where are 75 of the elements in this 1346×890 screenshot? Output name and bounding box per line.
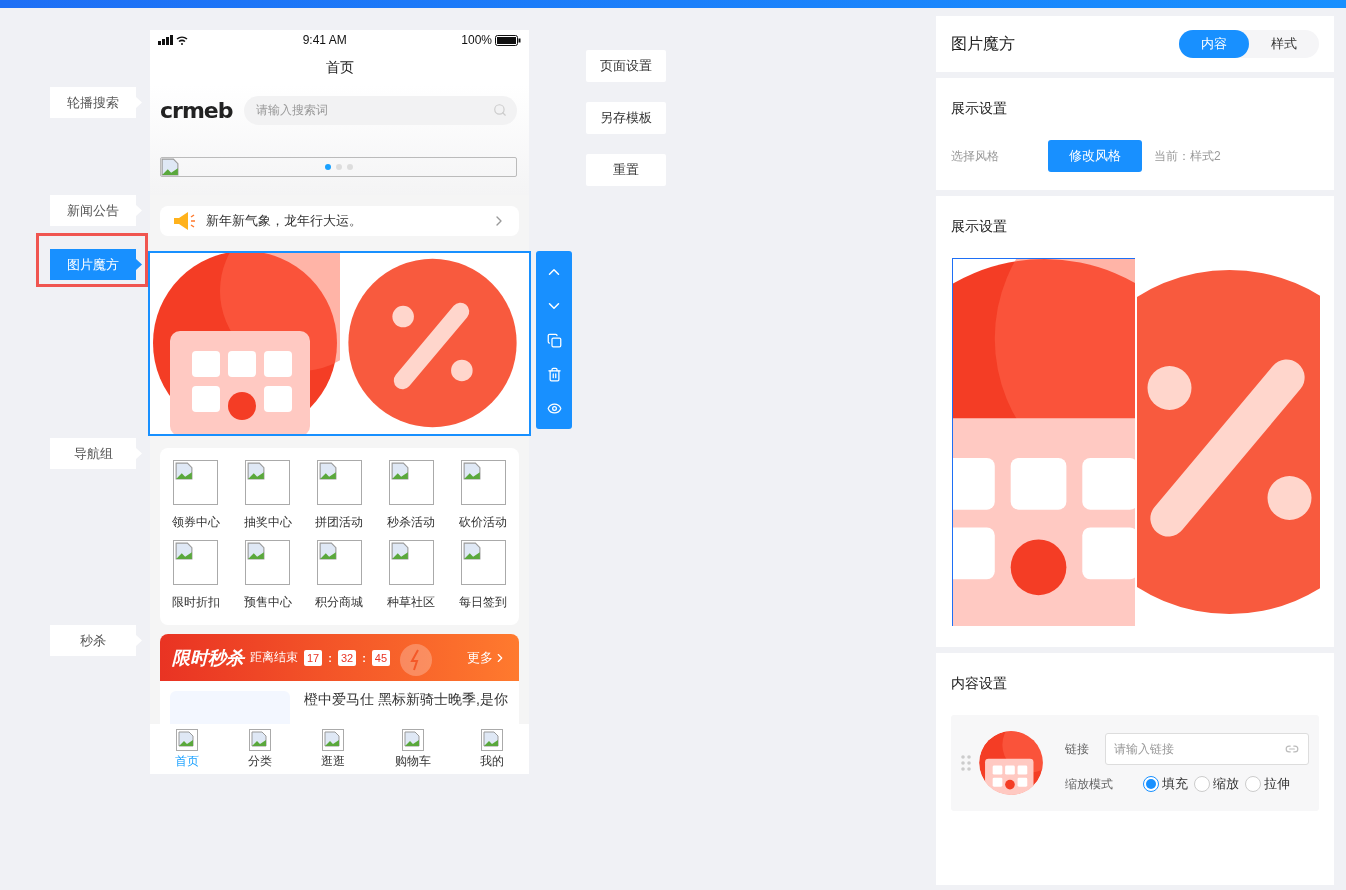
field-label: 链接 <box>1065 740 1090 758</box>
status-time: 9:41 AM <box>302 33 347 47</box>
nav-label[interactable]: 砍价活动 <box>459 514 508 531</box>
search-icon <box>493 103 507 117</box>
search-field[interactable]: 请输入搜索词 <box>244 95 517 125</box>
radio-option[interactable]: 拉伸 <box>1245 775 1290 793</box>
notice-text: 新年新气象，龙年行大运。 <box>206 212 362 230</box>
nav-label[interactable]: 预售中心 <box>243 594 292 611</box>
notice-bar[interactable]: 新年新气象，龙年行大运。 <box>160 206 519 236</box>
carousel-dot[interactable] <box>335 164 342 170</box>
section-heading: 展示设置 <box>951 218 1007 234</box>
component-label[interactable]: 导航组 <box>50 438 142 469</box>
nav-label[interactable]: 每日签到 <box>459 594 508 611</box>
broken-image-icon <box>390 542 409 560</box>
countdown-separator: : <box>328 651 332 664</box>
broken-image-icon <box>247 462 266 480</box>
nav-label[interactable]: 领券中心 <box>171 514 220 531</box>
radio-option[interactable]: 缩放 <box>1194 775 1239 793</box>
component-label[interactable]: 秒杀 <box>50 625 142 656</box>
page-title: 首页 <box>325 58 354 77</box>
broken-image-icon <box>462 542 481 560</box>
nav-label[interactable]: 抽奖中心 <box>243 514 292 531</box>
action-button[interactable]: 页面设置 <box>586 50 666 82</box>
drag-handle-icon <box>961 755 971 771</box>
signal-icon <box>158 35 188 45</box>
broken-image-icon <box>483 730 500 747</box>
copy-icon <box>546 332 562 348</box>
broken-image-icon <box>247 542 266 560</box>
broken-image-icon <box>390 462 409 480</box>
link-icon <box>1285 742 1299 756</box>
nav-label[interactable]: 积分商城 <box>315 594 364 611</box>
countdown-label: 距离结束 <box>250 649 298 666</box>
carousel-dot[interactable] <box>346 164 353 170</box>
megaphone-icon <box>172 211 196 231</box>
countdown-digits: 45 <box>371 649 391 666</box>
carousel-dot[interactable] <box>324 164 331 170</box>
broken-image-icon <box>175 462 194 480</box>
broken-image-icon <box>175 542 194 560</box>
nav-label[interactable]: 种草社区 <box>387 594 436 611</box>
broken-image-icon <box>177 730 194 747</box>
logo: crmeb <box>160 97 233 123</box>
broken-image-icon <box>462 462 481 480</box>
radio-option[interactable]: 填充 <box>1143 775 1188 793</box>
broken-image-icon <box>403 730 420 747</box>
tab-item[interactable]: 购物车 <box>394 728 431 770</box>
nav-label[interactable]: 秒杀活动 <box>387 514 436 531</box>
broken-image-icon <box>251 730 268 747</box>
battery-icon <box>495 34 521 46</box>
panel-title: 图片魔方 <box>951 33 1015 54</box>
image-cube[interactable] <box>148 251 531 436</box>
nav-label[interactable]: 拼团活动 <box>315 514 364 531</box>
countdown-separator: : <box>362 651 366 664</box>
panel-tab[interactable]: 样式 <box>1249 30 1319 58</box>
field-label: 缩放模式 <box>1065 775 1114 793</box>
countdown-digits: 17 <box>304 649 323 666</box>
product-title[interactable]: 橙中爱马仕 黑标新骑士晚季,是你 <box>304 691 508 724</box>
battery-text: 100% <box>461 33 492 47</box>
link-field[interactable]: 请输入链接 <box>1105 733 1309 765</box>
field-label: 选择风格 <box>951 147 999 165</box>
seckill-title: 限时秒杀 <box>172 646 244 670</box>
component-label[interactable]: 新闻公告 <box>50 195 142 226</box>
trash-icon <box>546 366 562 382</box>
action-button[interactable]: 重置 <box>586 154 666 186</box>
broken-image-icon <box>319 542 337 560</box>
broken-image-icon <box>319 462 337 480</box>
component-label[interactable]: 轮播搜索 <box>50 87 142 118</box>
section-heading: 内容设置 <box>951 675 1007 691</box>
countdown-digits: 32 <box>337 649 357 666</box>
broken-image-icon <box>161 158 179 176</box>
section-heading: 展示设置 <box>951 100 1007 116</box>
action-button[interactable]: 另存模板 <box>586 102 666 134</box>
nav-label[interactable]: 限时折扣 <box>171 594 220 611</box>
broken-image-icon <box>324 730 341 747</box>
current-style: 当前：样式2 <box>1154 147 1221 165</box>
eye-icon <box>546 400 562 416</box>
